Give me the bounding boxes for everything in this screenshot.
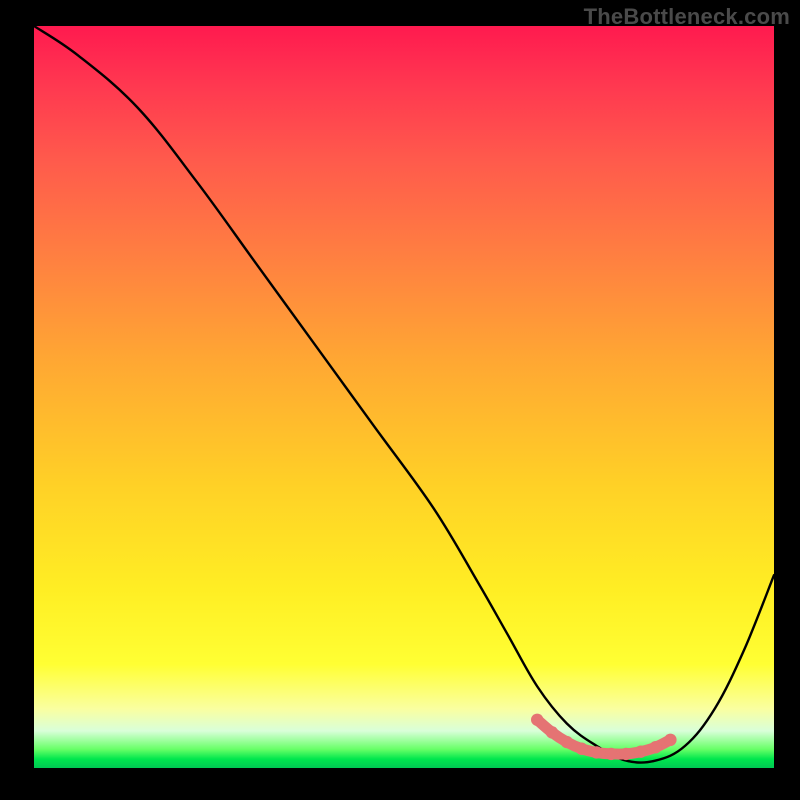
- highlight-dot: [635, 745, 647, 757]
- plot-area: [34, 26, 774, 768]
- bottleneck-curve-path: [34, 26, 774, 763]
- highlight-dot: [546, 726, 558, 738]
- bottleneck-chart: TheBottleneck.com: [0, 0, 800, 800]
- highlight-dot: [605, 748, 617, 760]
- highlight-dot: [561, 736, 573, 748]
- highlight-dot: [590, 746, 602, 758]
- curve-layer: [34, 26, 774, 768]
- highlight-dot: [664, 734, 676, 746]
- highlight-dot: [620, 748, 632, 760]
- highlight-dot: [575, 743, 587, 755]
- attribution-text: TheBottleneck.com: [584, 4, 790, 30]
- highlight-dot: [649, 741, 661, 753]
- highlight-dot: [531, 714, 543, 726]
